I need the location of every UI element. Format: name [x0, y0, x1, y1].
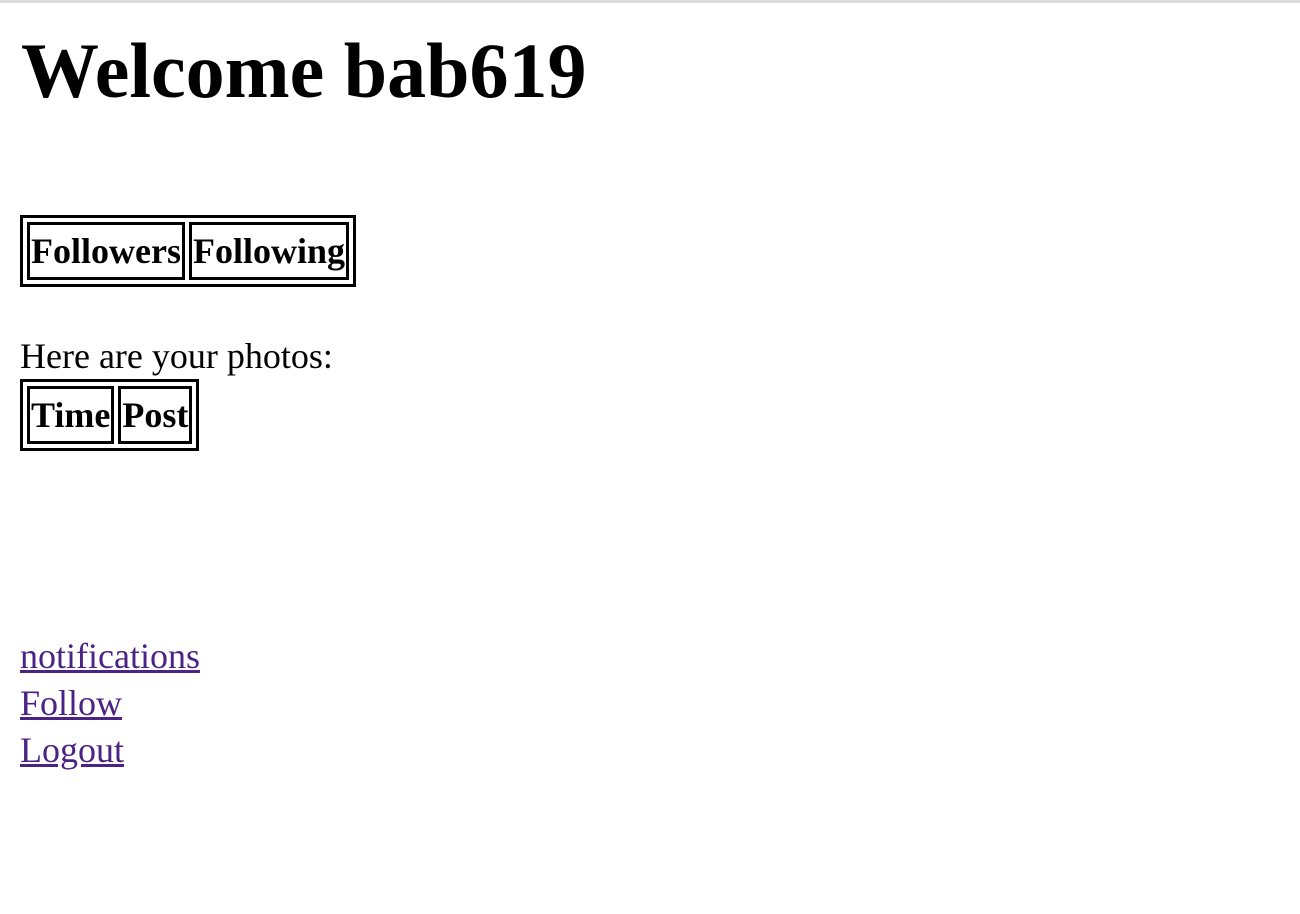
- followers-following-table: Followers Following: [20, 215, 356, 287]
- table-header-row: Followers Following: [27, 222, 349, 280]
- photos-table: Time Post: [20, 379, 200, 451]
- top-divider: [0, 0, 1300, 3]
- logout-link[interactable]: Logout: [20, 727, 200, 774]
- table-header-row: Time Post: [27, 386, 193, 444]
- nav-links: notifications Follow Logout: [20, 633, 200, 774]
- notifications-link[interactable]: notifications: [20, 633, 200, 680]
- following-header: Following: [188, 222, 349, 280]
- page-title: Welcome bab619: [21, 27, 587, 114]
- follow-link[interactable]: Follow: [20, 680, 200, 727]
- followers-header: Followers: [27, 222, 185, 280]
- post-header: Post: [118, 386, 193, 444]
- time-header: Time: [27, 386, 115, 444]
- photos-intro-text: Here are your photos:: [20, 336, 333, 376]
